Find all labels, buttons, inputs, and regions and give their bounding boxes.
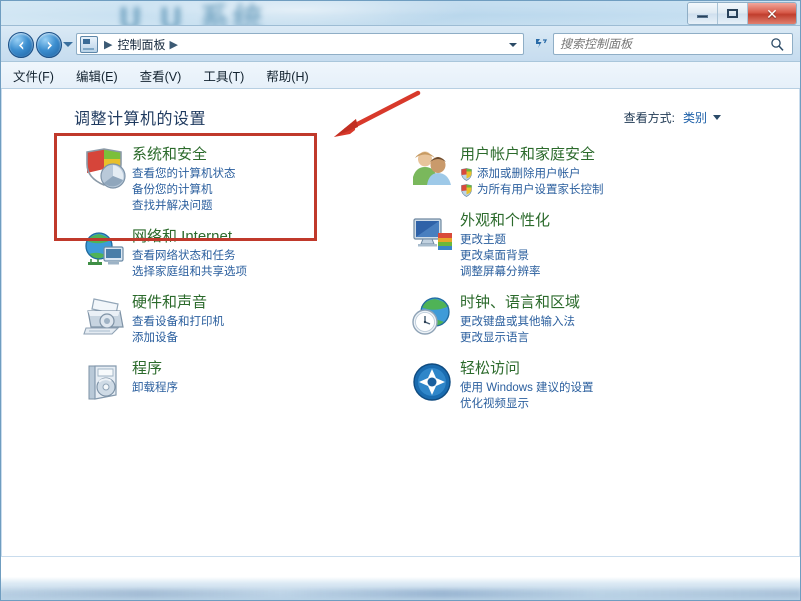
uac-shield-icon bbox=[460, 167, 473, 181]
category-link[interactable]: 更改主题 bbox=[460, 232, 732, 248]
address-bar[interactable]: ▶ 控制面板 ▶ bbox=[76, 33, 524, 55]
category-title[interactable]: 时钟、语言和区域 bbox=[460, 293, 732, 312]
category-hardware-and-sound[interactable]: 硬件和声音 查看设备和打印机 添加设备 bbox=[74, 293, 404, 346]
address-bar-row: ▶ 控制面板 ▶ bbox=[0, 26, 801, 62]
category-link[interactable]: 添加设备 bbox=[132, 330, 404, 346]
category-link[interactable]: 备份您的计算机 bbox=[132, 182, 404, 198]
menu-item-help[interactable]: 帮助(H) bbox=[266, 66, 308, 85]
search-box[interactable] bbox=[553, 33, 793, 55]
category-network-and-internet[interactable]: 网络和 Internet 查看网络状态和任务 选择家庭组和共享选项 bbox=[74, 227, 404, 280]
chevron-down-icon[interactable] bbox=[713, 115, 721, 120]
category-system-and-security[interactable]: 系统和安全 查看您的计算机状态 备份您的计算机 查找并解决问题 bbox=[74, 145, 404, 214]
category-link[interactable]: 查看网络状态和任务 bbox=[132, 248, 404, 264]
category-column-left: 系统和安全 查看您的计算机状态 备份您的计算机 查找并解决问题 网络和 Inte… bbox=[74, 145, 404, 424]
programs-disc-icon bbox=[82, 361, 128, 405]
category-link[interactable]: 更改桌面背景 bbox=[460, 248, 732, 264]
category-title[interactable]: 轻松访问 bbox=[460, 359, 732, 378]
status-bar bbox=[0, 556, 801, 601]
appearance-monitor-icon bbox=[410, 213, 456, 257]
title-bar: U U 系统 · · · ✕ bbox=[0, 0, 801, 26]
close-button[interactable]: ✕ bbox=[748, 3, 796, 24]
menu-bar: 文件(F) 编辑(E) 查看(V) 工具(T) 帮助(H) bbox=[0, 62, 801, 89]
category-column-right: 用户帐户和家庭安全 添加或删除用户帐户 为所有用户设置家长控制 外观和个性化 更… bbox=[402, 145, 732, 425]
category-link[interactable]: 使用 Windows 建议的设置 bbox=[460, 380, 732, 396]
menu-item-tools[interactable]: 工具(T) bbox=[203, 66, 244, 85]
menu-item-file[interactable]: 文件(F) bbox=[13, 66, 54, 85]
category-link[interactable]: 为所有用户设置家长控制 bbox=[460, 182, 732, 198]
content-area: 调整计算机的设置 查看方式: 类别 系统和安全 查看您的计算机状态 备份您的计算… bbox=[1, 89, 800, 556]
category-programs[interactable]: 程序 卸载程序 bbox=[74, 359, 404, 411]
close-icon: ✕ bbox=[766, 5, 778, 22]
category-link[interactable]: 查看设备和打印机 bbox=[132, 314, 404, 330]
view-by-value[interactable]: 类别 bbox=[683, 109, 707, 126]
network-globe-icon bbox=[82, 229, 128, 273]
category-appearance-and-personalization[interactable]: 外观和个性化 更改主题 更改桌面背景 调整屏幕分辨率 bbox=[402, 211, 732, 280]
category-link[interactable]: 优化视频显示 bbox=[460, 396, 732, 412]
control-panel-window: U U 系统 · · · ✕ ▶ 控制面板 ▶ 搜索控制面板 文件(F) 编辑(… bbox=[0, 0, 801, 601]
view-by-control[interactable]: 查看方式: 类别 bbox=[624, 109, 721, 126]
minimize-button[interactable] bbox=[688, 3, 718, 24]
window-controls: ✕ bbox=[687, 2, 797, 25]
category-ease-of-access[interactable]: 轻松访问 使用 Windows 建议的设置 优化视频显示 bbox=[402, 359, 732, 412]
uac-shield-icon bbox=[460, 183, 473, 197]
category-link[interactable]: 添加或删除用户帐户 bbox=[460, 166, 732, 182]
breadcrumb-separator-trailing[interactable]: ▶ bbox=[169, 38, 177, 51]
title-watermark-small-text: · · · bbox=[122, 4, 143, 19]
maximize-button[interactable] bbox=[718, 3, 748, 24]
category-link-text: 添加或删除用户帐户 bbox=[477, 168, 581, 180]
category-link[interactable]: 卸载程序 bbox=[132, 380, 404, 396]
status-bar-blur-strip bbox=[0, 589, 801, 598]
forward-button[interactable] bbox=[36, 32, 62, 58]
category-title[interactable]: 硬件和声音 bbox=[132, 293, 404, 312]
view-by-label: 查看方式: bbox=[623, 111, 675, 125]
category-link-text: 为所有用户设置家长控制 bbox=[477, 184, 604, 196]
control-panel-icon bbox=[80, 35, 98, 53]
page-title: 调整计算机的设置 bbox=[74, 111, 207, 128]
category-link[interactable]: 更改键盘或其他输入法 bbox=[460, 314, 732, 330]
category-user-accounts-and-family-safety[interactable]: 用户帐户和家庭安全 添加或删除用户帐户 为所有用户设置家长控制 bbox=[402, 145, 732, 198]
search-icon[interactable] bbox=[770, 37, 785, 57]
menu-item-edit[interactable]: 编辑(E) bbox=[76, 66, 118, 85]
breadcrumb-separator-leading: ▶ bbox=[104, 38, 113, 51]
category-clock-language-and-region[interactable]: 时钟、语言和区域 更改键盘或其他输入法 更改显示语言 bbox=[402, 293, 732, 346]
category-link[interactable]: 更改显示语言 bbox=[460, 330, 732, 346]
address-dropdown-icon[interactable] bbox=[509, 43, 517, 47]
printer-hardware-icon bbox=[82, 295, 128, 339]
category-link[interactable]: 选择家庭组和共享选项 bbox=[132, 264, 404, 280]
menu-item-view[interactable]: 查看(V) bbox=[140, 66, 182, 85]
minimize-icon bbox=[697, 15, 708, 18]
category-title[interactable]: 网络和 Internet bbox=[132, 227, 404, 246]
shield-security-icon bbox=[82, 147, 128, 191]
maximize-icon bbox=[727, 9, 738, 18]
category-link[interactable]: 查找并解决问题 bbox=[132, 198, 404, 214]
category-link[interactable]: 查看您的计算机状态 bbox=[132, 166, 404, 182]
arrow-annotation bbox=[334, 90, 421, 137]
breadcrumb-path[interactable]: 控制面板 bbox=[117, 36, 165, 53]
recent-pages-dropdown-icon[interactable] bbox=[63, 42, 73, 47]
category-title[interactable]: 程序 bbox=[132, 359, 404, 378]
back-button[interactable] bbox=[8, 32, 34, 58]
user-accounts-icon bbox=[410, 147, 456, 191]
category-title[interactable]: 外观和个性化 bbox=[460, 211, 732, 230]
search-input[interactable] bbox=[554, 36, 762, 52]
category-link[interactable]: 调整屏幕分辨率 bbox=[460, 264, 732, 280]
refresh-button[interactable] bbox=[530, 35, 550, 53]
category-title[interactable]: 系统和安全 bbox=[132, 145, 404, 164]
clock-globe-icon bbox=[410, 295, 456, 339]
category-title[interactable]: 用户帐户和家庭安全 bbox=[460, 145, 732, 164]
ease-of-access-icon bbox=[410, 361, 456, 405]
